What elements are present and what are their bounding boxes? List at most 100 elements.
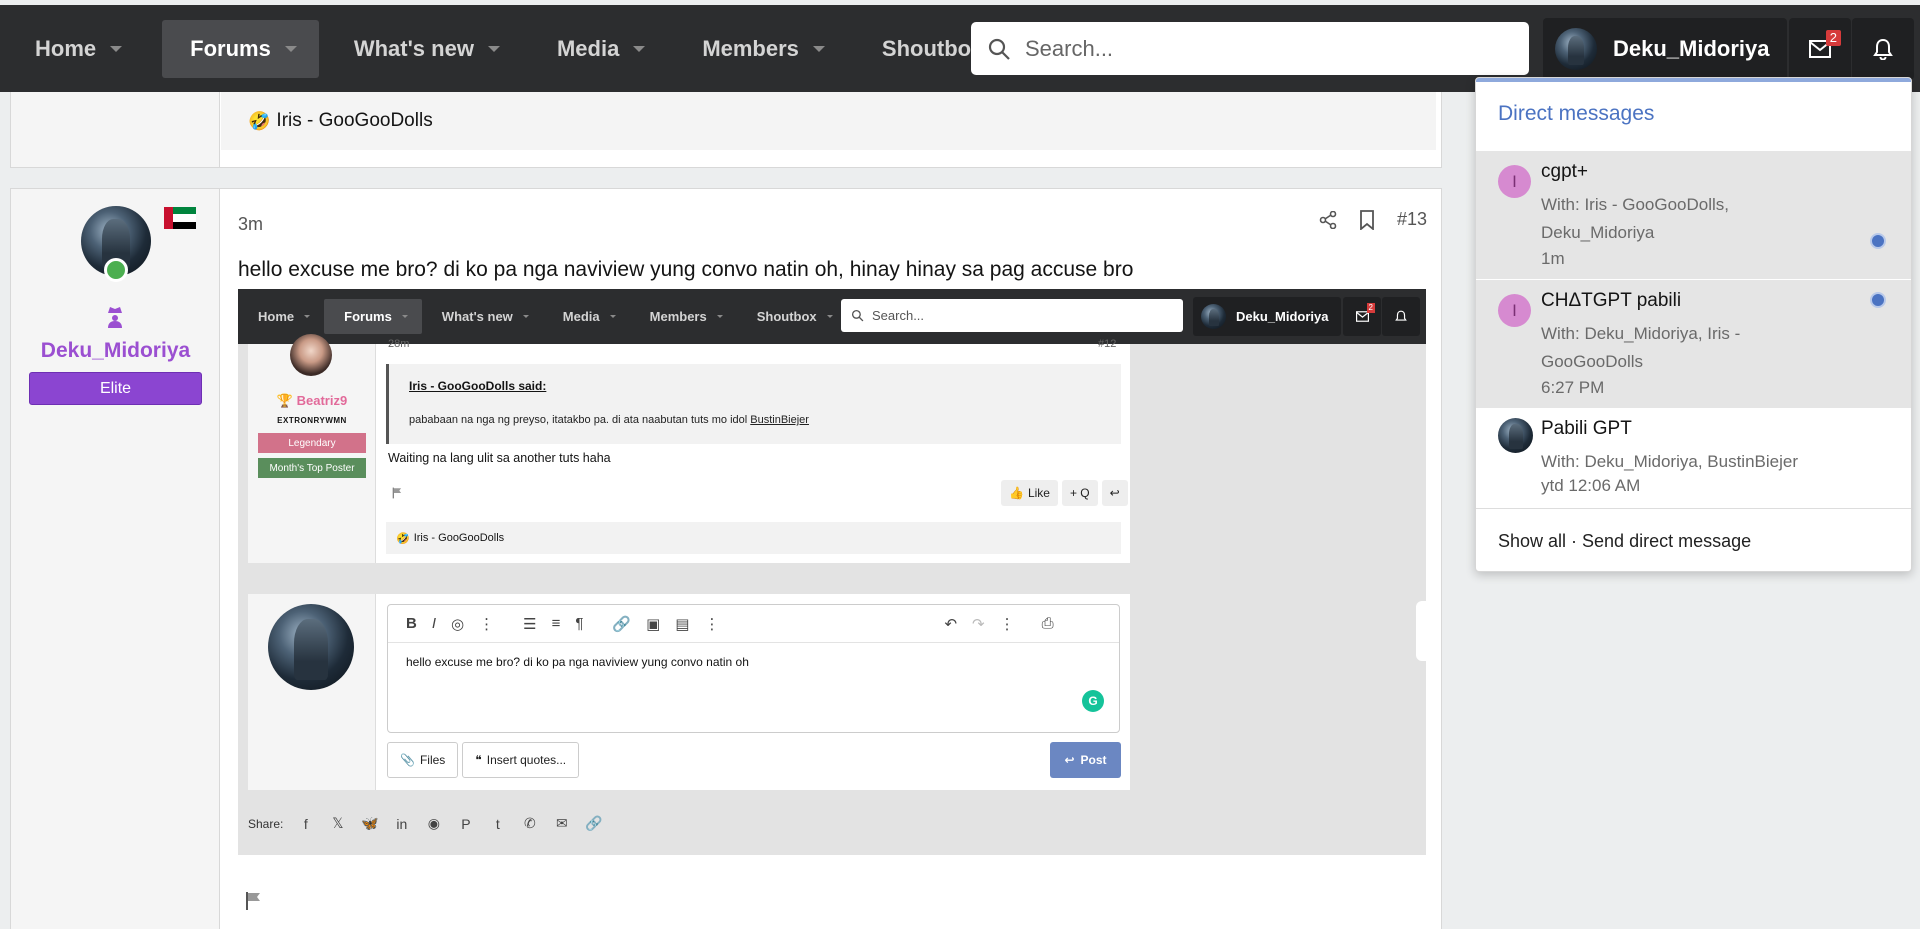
tab-label: Home xyxy=(35,35,97,61)
post-number[interactable]: #13 xyxy=(1397,209,1427,230)
caret-down-icon xyxy=(609,315,616,318)
bookmark-icon[interactable] xyxy=(1359,209,1375,230)
caret-down-icon xyxy=(304,315,311,318)
screenshot-editor-actions: 📎 Files ❝ Insert quotes... xyxy=(387,742,580,778)
paragraph-icon: ¶ xyxy=(575,615,584,632)
embedded-screenshot-image[interactable]: Home Forums What's new Media Members Sho… xyxy=(238,289,1426,855)
post-label: Post xyxy=(1080,753,1107,767)
tab-label: Home xyxy=(258,309,295,324)
screenshot-editor-user-column xyxy=(248,594,376,790)
email-icon: ✉ xyxy=(555,815,568,831)
tab-label: Shoutbox xyxy=(756,309,817,324)
bell-icon xyxy=(1395,310,1407,321)
preview-icon: ⎙ xyxy=(1041,615,1054,632)
screenshot-quote-body: pababaan na nga ng preyso, itatakbo pa. … xyxy=(409,414,809,426)
screenshot-alerts xyxy=(1382,297,1420,336)
reaction-users[interactable]: Iris - GooGooDolls xyxy=(276,110,432,132)
screenshot-account-menu: Deku_Midoriya xyxy=(1193,297,1341,336)
tab-label: What's new xyxy=(353,35,474,61)
more-icon: ⋮ xyxy=(704,615,720,633)
inbox-button[interactable]: 2 xyxy=(1789,18,1851,80)
unread-indicator-icon[interactable] xyxy=(1870,233,1886,249)
screenshot-editor-box: B I ◎ ⋮ ☰ ≡ ¶ 🔗 ▣ ▤ ⋮ ↶ ↷ ⋮ ⎙ hello excu… xyxy=(387,604,1120,733)
inbox-badge: 2 xyxy=(1825,30,1841,46)
dm-time: 6:27 PM xyxy=(1541,378,1605,397)
screenshot-quote-button: + Q xyxy=(1061,480,1098,506)
screenshot-share-bar: Share: f 𝕏 🦋 in ◉ P t ✆ ✉ 🔗 xyxy=(248,814,603,833)
reddit-icon: ◉ xyxy=(427,815,440,831)
link-icon: 🔗 xyxy=(585,815,603,831)
search-box[interactable] xyxy=(971,22,1529,75)
avatar xyxy=(268,604,354,690)
avatar xyxy=(1201,304,1226,329)
dm-item-cgpt[interactable]: I cgpt+ With: Iris - GooGooDolls, Deku_M… xyxy=(1476,151,1911,279)
like-label: Like xyxy=(1027,486,1050,500)
tab-label: Shoutbox xyxy=(881,35,984,61)
dm-title[interactable]: CHΔTGPT pabili xyxy=(1541,290,1681,312)
tumblr-icon: t xyxy=(495,815,500,832)
unread-indicator-icon[interactable] xyxy=(1870,292,1886,308)
laughing-emoji-icon: 🤣 xyxy=(396,532,410,545)
screenshot-post-text: Waiting na lang ulit sa another tuts hah… xyxy=(388,451,611,465)
quote-text: pababaan na nga ng preyso, itatakbo pa. … xyxy=(409,414,751,426)
direct-messages-title[interactable]: Direct messages xyxy=(1498,102,1654,126)
screenshot-role-top-poster: Month's Top Poster xyxy=(258,458,366,478)
more-icon: ⋮ xyxy=(479,615,495,633)
dm-footer-links[interactable]: Show all · Send direct message xyxy=(1476,508,1911,571)
alerts-button[interactable] xyxy=(1852,18,1914,80)
quote-icon: ❝ xyxy=(475,753,482,767)
dm-participants: With: Deku_Midoriya, BustinBiejer xyxy=(1541,452,1798,471)
tab-label: Members xyxy=(649,309,707,324)
more-icon: ⋮ xyxy=(999,615,1015,633)
redo-icon: ↷ xyxy=(972,615,985,633)
post-user-column: Deku_Midoriya Elite xyxy=(11,189,220,929)
letter-avatar: I xyxy=(1498,294,1531,327)
tab-home[interactable]: Home xyxy=(0,20,144,78)
tab-media[interactable]: Media xyxy=(522,20,667,78)
tab-whats-new[interactable]: What's new xyxy=(319,20,522,78)
caret-down-icon[interactable] xyxy=(110,45,123,52)
caret-down-icon[interactable] xyxy=(812,45,825,52)
dm-item-chatgpt-pabili[interactable]: I CHΔTGPT pabili With: Deku_Midoriya, Ir… xyxy=(1476,280,1911,408)
reactions-bar[interactable]: 🤣 Iris - GooGooDolls xyxy=(221,92,1436,150)
caret-down-icon[interactable] xyxy=(284,45,297,52)
screenshot-navigation: Home Forums What's new Media Members Sho… xyxy=(238,289,1426,344)
share-icon[interactable] xyxy=(1319,210,1337,229)
caret-down-icon[interactable] xyxy=(633,45,646,52)
online-status-icon xyxy=(104,258,128,282)
screenshot-reaction-text: Iris - GooGooDolls xyxy=(413,532,505,544)
account-menu[interactable]: Deku_Midoriya xyxy=(1543,18,1787,80)
tab-label: What's new xyxy=(441,309,513,324)
x-icon: 𝕏 xyxy=(332,815,344,831)
caret-down-icon xyxy=(522,315,529,318)
screenshot-tab-forums: Forums xyxy=(324,299,422,334)
search-icon xyxy=(851,309,864,322)
dm-title[interactable]: cgpt+ xyxy=(1541,161,1588,183)
screenshot-search-box: Search... xyxy=(841,299,1183,332)
screenshot-tab-media: Media xyxy=(543,299,630,334)
report-flag-icon xyxy=(392,487,402,499)
screenshot-reply-icon: ↩ xyxy=(1101,480,1128,506)
screenshot-editor-text: hello excuse me bro? di ko pa nga navivi… xyxy=(406,655,749,669)
insert-quotes-label: Insert quotes... xyxy=(486,753,567,767)
avatar xyxy=(1555,28,1597,70)
screenshot-search-placeholder: Search... xyxy=(872,308,925,323)
tab-label: Media xyxy=(556,35,620,61)
undo-icon: ↶ xyxy=(944,615,958,633)
report-flag-icon[interactable] xyxy=(245,891,263,911)
tab-forums[interactable]: Forums xyxy=(162,19,319,78)
dm-item-pabili-gpt[interactable]: Pabili GPT With: Deku_Midoriya, BustinBi… xyxy=(1476,408,1911,508)
search-input[interactable] xyxy=(1025,35,1505,62)
caret-down-icon[interactable] xyxy=(487,45,500,52)
caret-down-icon xyxy=(716,315,723,318)
screenshot-post-buttons: 👍 Like + Q ↩ xyxy=(1001,480,1128,506)
post-author[interactable]: Deku_Midoriya xyxy=(11,339,220,363)
laughing-emoji-icon: 🤣 xyxy=(248,110,271,131)
tab-label: Forums xyxy=(344,309,392,324)
tab-members[interactable]: Members xyxy=(667,20,847,78)
post-time[interactable]: 3m xyxy=(238,214,263,235)
screenshot-tab-home: Home xyxy=(238,299,324,334)
dm-title[interactable]: Pabili GPT xyxy=(1541,418,1632,440)
screenshot-author-name: Beatriz9 xyxy=(296,393,348,408)
quote-mention: BustinBiejer xyxy=(750,414,809,426)
